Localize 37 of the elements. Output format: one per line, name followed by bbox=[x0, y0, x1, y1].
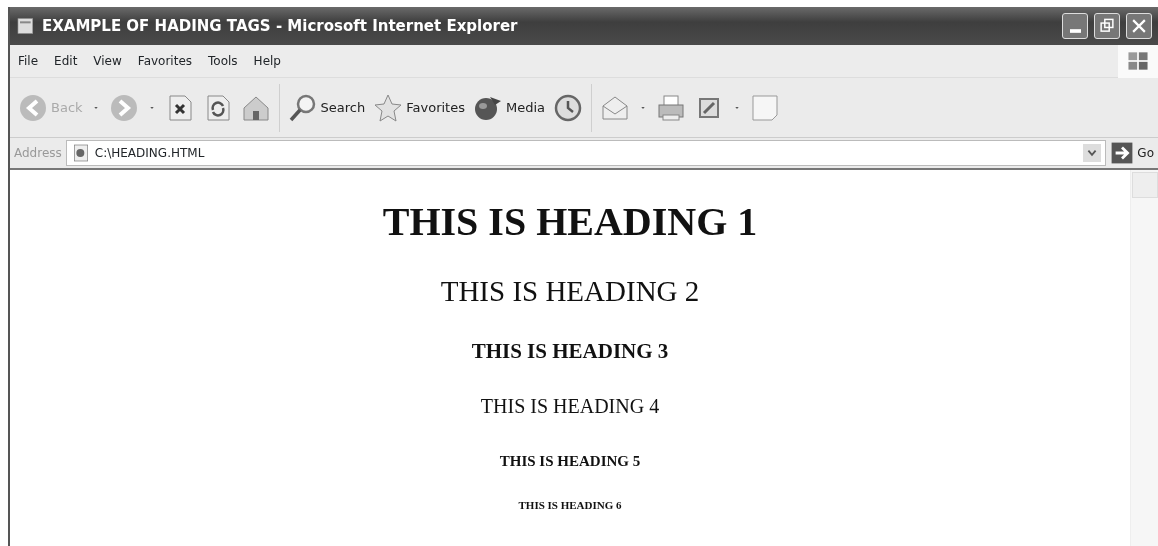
favorites-button[interactable]: Favorites bbox=[373, 92, 465, 123]
note-icon bbox=[750, 92, 780, 123]
printer-icon bbox=[656, 92, 686, 123]
menu-item[interactable]: View bbox=[85, 52, 130, 70]
window-icon bbox=[16, 16, 36, 36]
restore-button[interactable] bbox=[1094, 13, 1120, 39]
heading-text: THIS IS HEADING 1 bbox=[382, 198, 758, 246]
heading-text: THIS IS HEADING 6 bbox=[518, 499, 622, 513]
go-button[interactable]: Go bbox=[1110, 141, 1154, 165]
menu-item[interactable]: Favorites bbox=[129, 52, 201, 70]
note-button[interactable] bbox=[750, 92, 780, 123]
menu-item[interactable]: Tools bbox=[200, 52, 246, 70]
scrollbar[interactable] bbox=[1130, 170, 1158, 546]
history-button[interactable] bbox=[553, 92, 583, 123]
forward-button[interactable] bbox=[108, 92, 139, 123]
search-button[interactable]: Search bbox=[287, 92, 366, 123]
print-button[interactable] bbox=[656, 92, 686, 123]
dropdown-caret-icon[interactable] bbox=[1083, 142, 1102, 164]
heading-text: THIS IS HEADING 2 bbox=[440, 274, 700, 309]
clock-icon bbox=[553, 92, 583, 123]
heading-text: THIS IS HEADING 3 bbox=[471, 338, 669, 364]
star-icon bbox=[373, 92, 404, 123]
window-title: EXAMPLE OF HADING TAGS - Microsoft Internet Explorer bbox=[42, 15, 519, 37]
minimize-icon bbox=[1069, 29, 1081, 33]
address-field[interactable]: C:\HEADING.HTML bbox=[65, 140, 1107, 166]
media-button[interactable]: Media bbox=[472, 92, 545, 123]
minimize-button[interactable] bbox=[1062, 13, 1088, 39]
arrow-right-icon bbox=[1110, 141, 1135, 165]
menu-item[interactable]: Edit bbox=[46, 52, 86, 70]
search-icon bbox=[287, 92, 318, 123]
windows-logo-icon bbox=[1118, 44, 1158, 78]
address-label: Address bbox=[14, 145, 62, 162]
heading-text: THIS IS HEADING 5 bbox=[499, 452, 641, 470]
menu-item[interactable]: File bbox=[10, 52, 47, 70]
heading-text: THIS IS HEADING 4 bbox=[480, 394, 660, 418]
menu-item[interactable]: Help bbox=[245, 52, 289, 70]
close-button[interactable] bbox=[1126, 13, 1152, 39]
